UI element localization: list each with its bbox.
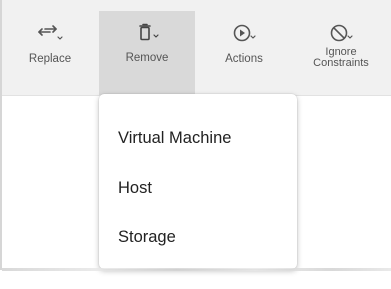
ignore-constraints-label: Ignore Constraints [293,47,389,69]
ignore-constraints-button[interactable]: Ignore Constraints [293,12,389,95]
no-entry-icon [330,24,353,42]
bottom-divider [2,268,391,271]
chevron-down-icon [250,35,256,39]
replace-button[interactable]: Replace [2,12,98,95]
chevron-down-icon [57,36,63,40]
page: Replace Remove Actions Ignore Constraint… [0,0,391,289]
toolbar: Replace Remove Actions Ignore Constraint… [2,0,391,96]
chevron-down-icon [347,35,353,39]
remove-dropdown-menu: Virtual Machine Host Storage [99,94,297,269]
play-circle-icon [233,24,256,42]
swap-arrows-icon [38,25,63,40]
menu-item-storage[interactable]: Storage [118,227,176,247]
menu-item-host[interactable]: Host [118,178,152,198]
chevron-down-icon [153,34,159,38]
remove-label: Remove [125,52,169,64]
trash-icon [139,23,159,41]
actions-button[interactable]: Actions [196,12,292,95]
remove-button[interactable]: Remove [99,11,195,95]
menu-item-virtual-machine[interactable]: Virtual Machine [118,128,231,148]
actions-label: Actions [225,53,263,65]
replace-label: Replace [28,53,72,65]
ignore-label-line2: Constraints [313,57,369,69]
